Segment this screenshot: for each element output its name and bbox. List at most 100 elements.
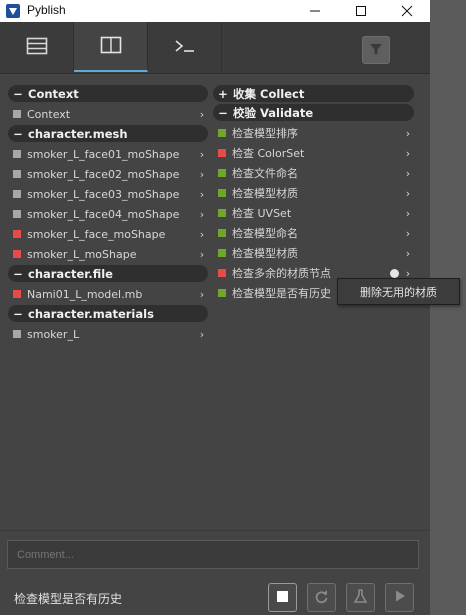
section-label: character.mesh (28, 126, 128, 141)
chevron-right-icon[interactable]: › (402, 167, 414, 180)
tab-terminal-view[interactable] (0, 22, 74, 72)
split-view-icon (100, 36, 122, 57)
instance-item[interactable]: smoker_L_face_moShape › (8, 224, 208, 244)
section-label: character.file (28, 266, 113, 281)
status-checkbox[interactable] (13, 230, 21, 238)
instance-item[interactable]: smoker_L_face04_moShape › (8, 204, 208, 224)
pyblish-logo-icon (6, 4, 20, 18)
maximize-button[interactable] (338, 0, 384, 22)
status-checkbox[interactable] (218, 249, 226, 257)
terminal-icon (173, 38, 197, 57)
plugin-item[interactable]: 检查模型材质 › (213, 183, 414, 203)
info-icon[interactable] (390, 268, 399, 278)
close-button[interactable] (384, 0, 430, 22)
instance-item[interactable]: smoker_L_face02_moShape › (8, 164, 208, 184)
status-checkbox[interactable] (13, 110, 21, 118)
plugin-item[interactable]: 检查 UVSet › (213, 203, 414, 223)
chevron-right-icon[interactable]: › (196, 188, 208, 201)
status-checkbox[interactable] (218, 229, 226, 237)
section-validate[interactable]: − 校验 Validate (213, 104, 414, 121)
plugin-item[interactable]: 检查模型命名 › (213, 223, 414, 243)
instance-item[interactable]: smoker_L › (8, 324, 208, 344)
status-checkbox[interactable] (13, 290, 21, 298)
chevron-right-icon[interactable]: › (402, 227, 414, 240)
section-context[interactable]: − Context (8, 85, 208, 102)
flask-icon (353, 588, 368, 607)
chevron-right-icon[interactable]: › (402, 207, 414, 220)
instance-label: smoker_L_face_moShape (27, 227, 166, 241)
plugin-item[interactable]: 检查模型材质 › (213, 243, 414, 263)
collapse-icon: − (13, 86, 23, 101)
status-checkbox[interactable] (218, 189, 226, 197)
chevron-right-icon[interactable]: › (196, 108, 208, 121)
tab-terminal[interactable] (148, 22, 222, 72)
chevron-right-icon[interactable]: › (402, 187, 414, 200)
status-checkbox[interactable] (218, 129, 226, 137)
instance-item[interactable]: smoker_L_face01_moShape › (8, 144, 208, 164)
collapse-icon: − (13, 306, 23, 321)
minimize-button[interactable] (292, 0, 338, 22)
instance-label: smoker_L_face03_moShape (27, 187, 180, 201)
instance-label: smoker_L_moShape (27, 247, 137, 261)
play-icon (393, 589, 407, 606)
section-label: 收集 Collect (233, 86, 305, 101)
filter-button[interactable] (362, 36, 390, 64)
filter-icon (369, 42, 383, 59)
status-checkbox[interactable] (13, 190, 21, 198)
plugin-label: 检查模型命名 (232, 227, 298, 240)
chevron-right-icon[interactable]: › (196, 228, 208, 241)
status-checkbox[interactable] (218, 269, 226, 277)
status-checkbox[interactable] (218, 149, 226, 157)
status-checkbox[interactable] (13, 210, 21, 218)
chevron-right-icon[interactable]: › (196, 148, 208, 161)
status-checkbox[interactable] (13, 250, 21, 258)
status-checkbox[interactable] (13, 170, 21, 178)
tooltip: 删除无用的材质 (337, 278, 460, 305)
refresh-icon (314, 589, 329, 607)
section-collect[interactable]: + 收集 Collect (213, 85, 414, 102)
instance-item[interactable]: smoker_L_face03_moShape › (8, 184, 208, 204)
section-family[interactable]: − character.file (8, 265, 208, 282)
reset-button[interactable] (307, 583, 336, 612)
stop-button[interactable] (268, 583, 297, 612)
tab-overview[interactable] (74, 22, 148, 72)
comment-input[interactable] (7, 540, 419, 569)
instance-item[interactable]: smoker_L_moShape › (8, 244, 208, 264)
plugin-item[interactable]: 检查 ColorSet › (213, 143, 414, 163)
plugin-item[interactable]: 检查模型排序 › (213, 123, 414, 143)
chevron-right-icon[interactable]: › (196, 288, 208, 301)
validate-button[interactable] (346, 583, 375, 612)
plugin-label: 检查 ColorSet (232, 147, 305, 160)
plugin-item[interactable]: 检查文件命名 › (213, 163, 414, 183)
chevron-right-icon[interactable]: › (196, 328, 208, 341)
status-checkbox[interactable] (218, 209, 226, 217)
chevron-right-icon[interactable]: › (402, 127, 414, 140)
pyblish-window: Pyblish − Context Context › − character.… (0, 0, 430, 615)
chevron-right-icon[interactable]: › (196, 208, 208, 221)
list-view-icon (26, 37, 48, 58)
window-title: Pyblish (27, 3, 66, 17)
instances-list: − Context Context › − character.mesh smoker_L_… (8, 84, 208, 344)
status-checkbox[interactable] (218, 169, 226, 177)
publish-button[interactable] (385, 583, 414, 612)
section-label: 校验 Validate (233, 105, 314, 120)
collapse-icon: − (13, 126, 23, 141)
status-checkbox[interactable] (13, 150, 21, 158)
section-family[interactable]: − character.materials (8, 305, 208, 322)
chevron-right-icon[interactable]: › (402, 147, 414, 160)
chevron-right-icon[interactable]: › (196, 168, 208, 181)
instance-label: Context (27, 107, 71, 121)
instance-item[interactable]: Nami01_L_model.mb › (8, 284, 208, 304)
instance-label: Nami01_L_model.mb (27, 287, 143, 301)
instance-item[interactable]: Context › (8, 104, 208, 124)
collapse-icon: − (13, 266, 23, 281)
plugin-label: 检查模型排序 (232, 127, 298, 140)
chevron-right-icon[interactable]: › (402, 247, 414, 260)
toolbar (0, 22, 430, 74)
status-checkbox[interactable] (218, 289, 226, 297)
plugin-label: 检查文件命名 (232, 167, 298, 180)
chevron-right-icon[interactable]: › (196, 248, 208, 261)
status-checkbox[interactable] (13, 330, 21, 338)
expand-icon: + (218, 86, 228, 101)
section-family[interactable]: − character.mesh (8, 125, 208, 142)
